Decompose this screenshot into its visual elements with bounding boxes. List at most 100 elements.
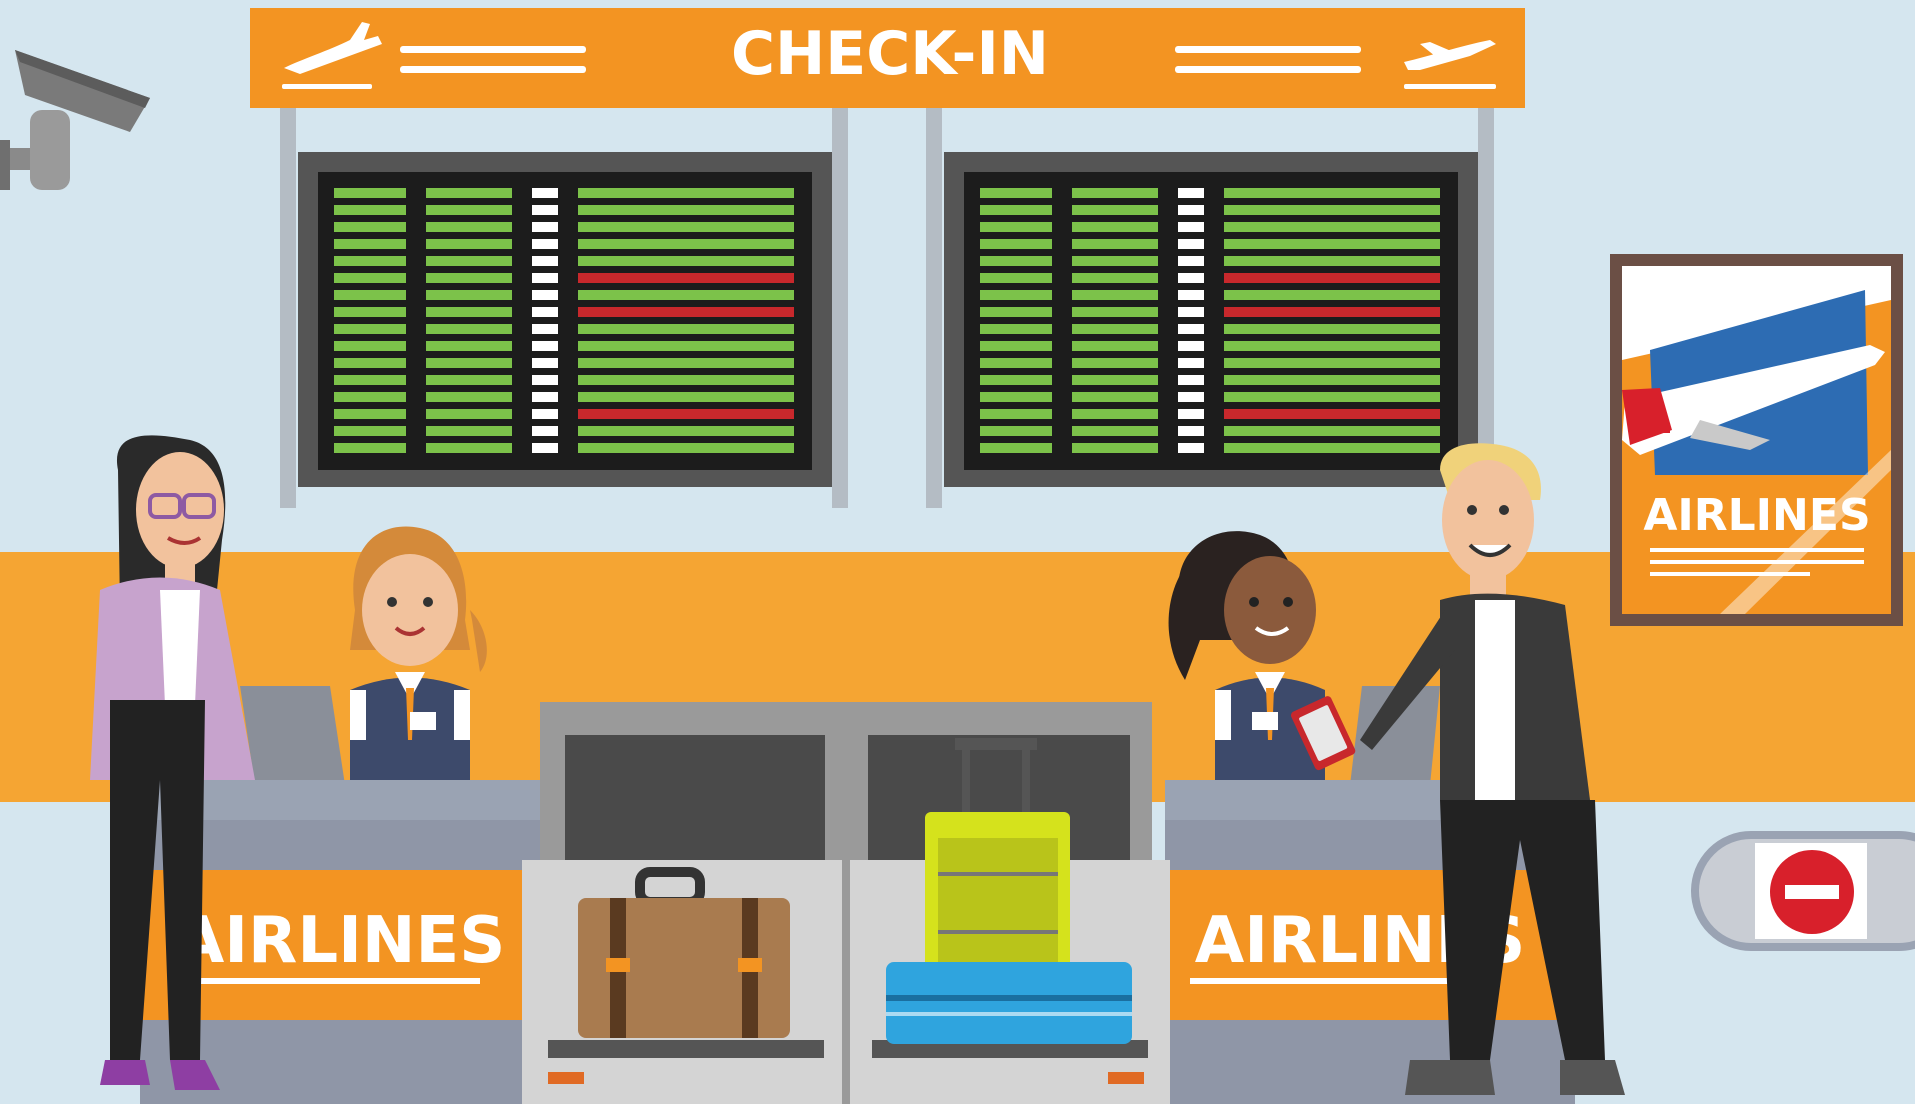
board-row-cell: [1072, 239, 1158, 249]
board-row-cell: [426, 256, 512, 266]
board-row-cell: [1178, 188, 1204, 198]
board-row-cell: [980, 324, 1052, 334]
board-row-cell: [426, 443, 512, 453]
board-row-cell: [980, 222, 1052, 232]
airline-poster: AIRLINES: [1610, 254, 1903, 626]
board-row-cell: [334, 205, 406, 215]
board-row-cell: [980, 205, 1052, 215]
board-row-cell: [426, 324, 512, 334]
board-row-cell: [1178, 341, 1204, 351]
board-row-cell: [1178, 375, 1204, 385]
board-row-cell: [578, 222, 794, 232]
conveyor-indicator-light: [1108, 1072, 1144, 1084]
board-row-cell: [980, 443, 1052, 453]
board-row-cell: [980, 409, 1052, 419]
check-in-sign: CHECK-IN: [250, 8, 1525, 108]
board-row-cell: [1072, 375, 1158, 385]
board-row-cell: [1224, 188, 1440, 198]
board-row-cell: [980, 239, 1052, 249]
board-row-cell: [1224, 290, 1440, 300]
board-row-cell: [1178, 239, 1204, 249]
poster-line: [1650, 560, 1864, 564]
board-row-cell: [1224, 426, 1440, 436]
board-row-cell: [1178, 222, 1204, 232]
no-entry-icon: [1770, 850, 1854, 934]
board-row-cell: [578, 409, 794, 419]
board-row-cell: [578, 205, 794, 215]
board-row-cell: [578, 358, 794, 368]
board-row-cell: [334, 426, 406, 436]
conveyor-indicator-light: [548, 1072, 584, 1084]
board-row-cell: [532, 222, 558, 232]
board-row-cell: [334, 443, 406, 453]
poster-brand: AIRLINES: [1643, 490, 1870, 541]
board-row-cell: [1178, 426, 1204, 436]
board-row-cell: [532, 273, 558, 283]
board-row-cell: [1224, 375, 1440, 385]
board-row-cell: [1224, 341, 1440, 351]
board-row-cell: [578, 426, 794, 436]
counter-left-brand: AIRLINES: [175, 904, 506, 978]
board-row-cell: [334, 307, 406, 317]
board-row-cell: [578, 443, 794, 453]
board-row-cell: [1072, 358, 1158, 368]
board-row-cell: [1072, 324, 1158, 334]
board-row-cell: [532, 307, 558, 317]
board-row-cell: [1224, 409, 1440, 419]
board-row-cell: [1072, 307, 1158, 317]
monitor-left: [240, 686, 345, 785]
board-row-cell: [1224, 222, 1440, 232]
board-row-cell: [578, 290, 794, 300]
board-row-cell: [578, 273, 794, 283]
board-row-cell: [980, 273, 1052, 283]
departure-board-left: [298, 152, 832, 487]
board-row-cell: [532, 188, 558, 198]
board-row-cell: [334, 222, 406, 232]
board-row-cell: [334, 341, 406, 351]
board-row-cell: [1178, 273, 1204, 283]
board-row-cell: [532, 409, 558, 419]
board-row-cell: [1224, 358, 1440, 368]
board-row-cell: [1224, 205, 1440, 215]
board-row-cell: [426, 358, 512, 368]
board-row-cell: [1072, 256, 1158, 266]
board-row-cell: [1178, 324, 1204, 334]
board-row-cell: [980, 256, 1052, 266]
board-row-cell: [1072, 290, 1158, 300]
board-row-cell: [1224, 307, 1440, 317]
sign-line: [400, 66, 586, 73]
sign-title: CHECK-IN: [731, 19, 1049, 89]
board-row-cell: [334, 324, 406, 334]
board-row-cell: [980, 375, 1052, 385]
board-row-cell: [426, 188, 512, 198]
board-row-cell: [578, 307, 794, 317]
poster-line: [1650, 572, 1810, 576]
board-row-cell: [532, 426, 558, 436]
board-row-cell: [578, 341, 794, 351]
board-row-cell: [1178, 307, 1204, 317]
board-row-cell: [1224, 256, 1440, 266]
board-row-cell: [1178, 205, 1204, 215]
sign-line: [1175, 46, 1361, 53]
board-row-cell: [1072, 409, 1158, 419]
sign-pole: [926, 108, 942, 508]
board-row-cell: [426, 426, 512, 436]
counter-underline: [170, 978, 480, 984]
check-in-scene: CHECK-IN AIRLINES AIRLINES AIRLINES: [0, 0, 1915, 1104]
board-row-cell: [1224, 392, 1440, 402]
board-row-cell: [1072, 188, 1158, 198]
sign-line: [400, 46, 586, 53]
board-row-cell: [1072, 205, 1158, 215]
board-row-cell: [980, 426, 1052, 436]
board-row-cell: [578, 239, 794, 249]
board-row-cell: [980, 307, 1052, 317]
board-row-cell: [532, 341, 558, 351]
board-row-cell: [1178, 392, 1204, 402]
board-row-cell: [578, 188, 794, 198]
board-row-cell: [532, 324, 558, 334]
board-row-cell: [578, 392, 794, 402]
board-row-cell: [1178, 290, 1204, 300]
board-row-cell: [426, 239, 512, 249]
board-row-cell: [532, 358, 558, 368]
board-row-cell: [1178, 358, 1204, 368]
